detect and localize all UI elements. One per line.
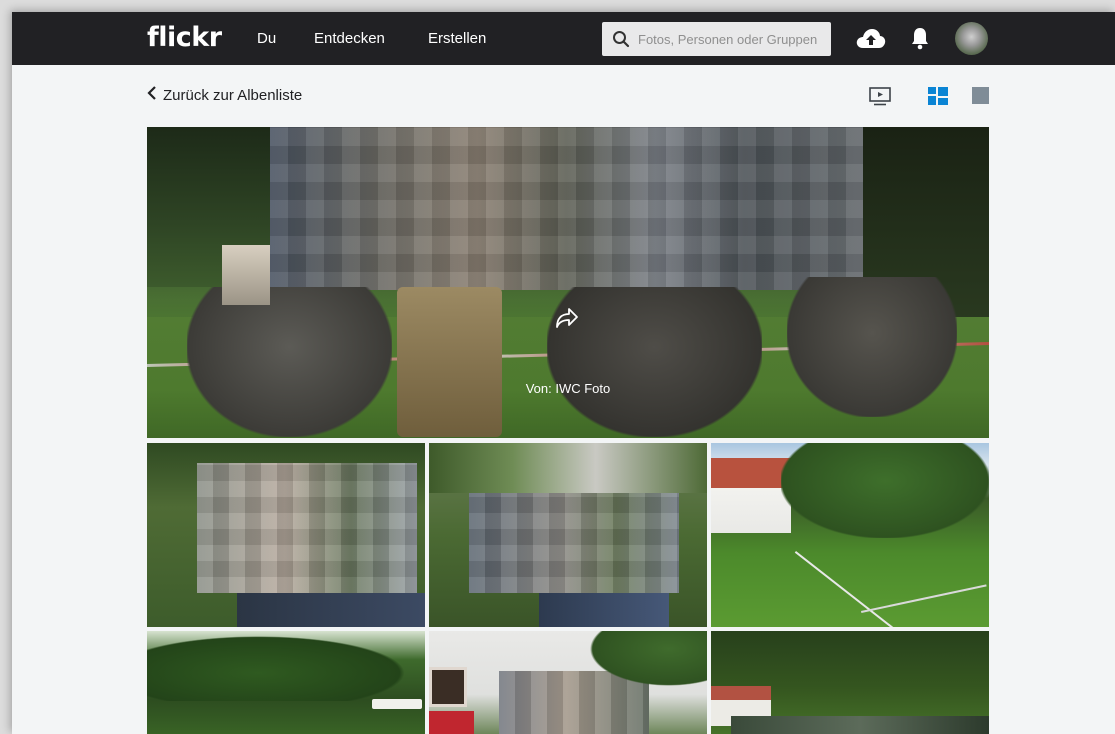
album-photo-3[interactable] (711, 443, 989, 627)
top-navigation-bar: flickr Du Entdecken Erstellen (12, 12, 1115, 65)
search-icon (612, 30, 630, 53)
cover-photo-author[interactable]: Von: IWC Foto (147, 381, 989, 396)
search-box[interactable] (602, 22, 831, 56)
upload-cloud-icon[interactable] (855, 26, 887, 55)
back-to-albums-link[interactable]: Zurück zur Albenliste (147, 85, 302, 105)
browser-frame: flickr Du Entdecken Erstellen Fotos, Per… (12, 12, 1115, 734)
share-icon[interactable] (555, 307, 579, 334)
nav-entdecken[interactable]: Entdecken (314, 30, 385, 47)
nav-erstellen[interactable]: Erstellen (428, 30, 486, 47)
back-link-label: Zurück zur Albenliste (163, 86, 303, 104)
album-photo-4[interactable] (147, 631, 425, 734)
chevron-left-icon (147, 85, 157, 105)
mosaic-view-icon[interactable] (928, 87, 948, 110)
notification-bell-icon[interactable] (910, 26, 930, 55)
album-photo-1[interactable] (147, 443, 425, 627)
album-photo-2[interactable] (429, 443, 707, 627)
album-photo-6[interactable] (711, 631, 989, 734)
user-avatar[interactable] (955, 22, 988, 55)
slideshow-icon[interactable] (869, 87, 891, 112)
album-cover-photo[interactable]: Von: IWC Foto (147, 127, 989, 438)
nav-du[interactable]: Du (257, 30, 276, 47)
flickr-logo[interactable]: flickr (147, 22, 222, 53)
album-photo-5[interactable] (429, 631, 707, 734)
search-input[interactable] (638, 22, 828, 56)
single-view-icon[interactable] (972, 87, 990, 110)
